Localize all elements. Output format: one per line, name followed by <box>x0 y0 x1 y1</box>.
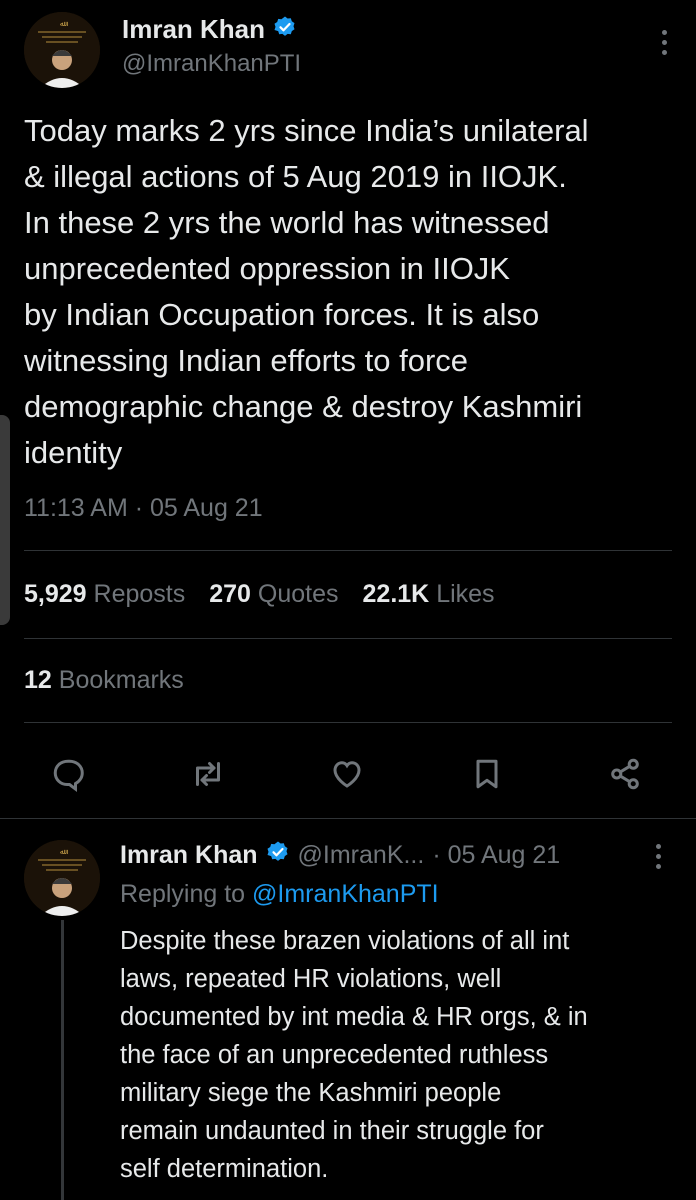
reply-header: Imran Khan @ImranK... · 05 Aug 21 <box>120 840 560 871</box>
more-options-icon[interactable] <box>656 844 662 874</box>
reply-author-name[interactable]: Imran Khan <box>120 841 258 870</box>
thread-line <box>61 920 64 1200</box>
tweet-text: Today marks 2 yrs since India’s unilater… <box>24 113 589 470</box>
bookmarks-label: Bookmarks <box>58 666 184 694</box>
like-icon[interactable] <box>325 752 369 796</box>
avatar[interactable]: ﷲ <box>24 12 100 88</box>
action-bar <box>0 752 696 796</box>
reposts-stat[interactable]: 5,929 Reposts <box>24 580 185 609</box>
screen-edge <box>0 415 10 625</box>
reposts-count: 5,929 <box>24 580 87 608</box>
more-options-icon[interactable] <box>662 30 668 60</box>
bookmark-icon[interactable] <box>465 752 509 796</box>
likes-label: Likes <box>436 580 495 608</box>
bookmarks-stat[interactable]: 12 Bookmarks <box>24 666 184 695</box>
share-icon[interactable] <box>603 752 647 796</box>
engagement-stats: 5,929 Reposts 270 Quotes 22.1K Likes <box>24 580 495 609</box>
quotes-stat[interactable]: 270 Quotes <box>209 580 338 609</box>
repost-icon[interactable] <box>186 752 230 796</box>
reply-author-handle[interactable]: @ImranK... <box>298 841 425 870</box>
replying-to: Replying to @ImranKhanPTI <box>120 880 439 909</box>
reply-icon[interactable] <box>46 752 90 796</box>
divider <box>24 722 672 723</box>
reply-text: Despite these brazen violations of all i… <box>120 927 588 1183</box>
verified-badge-icon <box>273 15 297 44</box>
tweet-timestamp[interactable]: 11:13 AM · 05 Aug 21 <box>24 494 263 523</box>
bookmarks-count: 12 <box>24 666 52 694</box>
author-name[interactable]: Imran Khan <box>122 14 265 45</box>
divider <box>24 638 672 639</box>
divider <box>24 550 672 551</box>
replying-to-handle[interactable]: @ImranKhanPTI <box>252 880 439 908</box>
reply-date[interactable]: · 05 Aug 21 <box>432 841 560 870</box>
verified-badge-icon <box>266 840 290 871</box>
reposts-label: Reposts <box>93 580 186 608</box>
likes-count: 22.1K <box>362 580 430 608</box>
quotes-count: 270 <box>209 580 251 608</box>
replying-to-label: Replying to <box>120 880 246 908</box>
author-name-row: Imran Khan <box>122 14 297 45</box>
divider <box>0 818 696 819</box>
reply-avatar[interactable]: ﷲ <box>24 840 100 916</box>
author-handle[interactable]: @ImranKhanPTI <box>122 50 301 78</box>
quotes-label: Quotes <box>257 580 339 608</box>
likes-stat[interactable]: 22.1K Likes <box>363 580 495 609</box>
